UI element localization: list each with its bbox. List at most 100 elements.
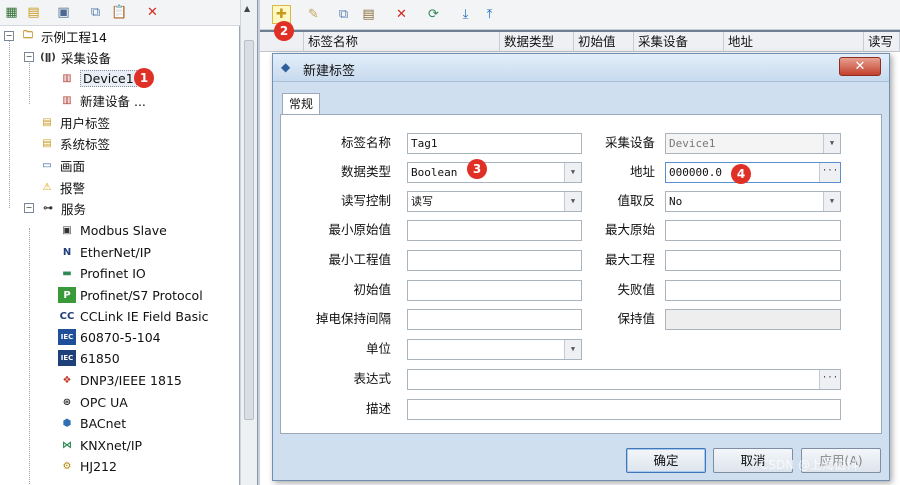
tree-item-device1[interactable]: ▥ Device1 xyxy=(58,68,137,88)
add-tag-icon[interactable]: ▤ xyxy=(24,3,43,22)
max-eng-label: 最大工程 xyxy=(604,252,655,267)
column-collect-device[interactable]: 采集设备 xyxy=(634,32,724,52)
chevron-down-icon[interactable]: ▼ xyxy=(823,192,840,211)
max-raw-input[interactable] xyxy=(665,220,841,241)
profinet-icon: ▬ xyxy=(62,267,72,279)
expression-input[interactable]: ··· xyxy=(407,369,841,390)
collect-device-label: 采集设备 xyxy=(604,135,655,150)
tree-item-services[interactable]: − ⊶ 服务 xyxy=(24,198,86,218)
tree-line xyxy=(29,228,30,484)
tree-item-service[interactable]: N EtherNet/IP xyxy=(58,242,151,262)
delete-icon[interactable]: ✕ xyxy=(143,3,162,22)
chevron-down-icon[interactable]: ▼ xyxy=(564,340,581,359)
fail-value-input[interactable] xyxy=(665,280,841,301)
delete-icon[interactable]: ✕ xyxy=(392,5,411,24)
tree-scrollbar[interactable]: ▲ xyxy=(240,0,258,485)
dnp3-icon: ❖ xyxy=(62,374,72,386)
data-type-value: Boolean xyxy=(411,166,458,179)
tree-item-alarms[interactable]: ⚠ 报警 xyxy=(38,177,86,197)
dialog-titlebar[interactable]: ◆ 新建标签 ✕ xyxy=(273,54,889,82)
ethernetip-icon: N xyxy=(62,246,72,258)
tree-item-collect-devices[interactable]: − (ǁ) 采集设备 xyxy=(24,47,111,67)
step-badge-3: 3 xyxy=(467,159,487,179)
tree-item-service[interactable]: ▬ Profinet IO xyxy=(58,263,145,283)
tree-item-service[interactable]: ⋈ KNXnet/IP xyxy=(58,435,142,455)
column-address[interactable]: 地址 xyxy=(724,32,864,52)
fail-value-label: 失败值 xyxy=(617,282,655,297)
collect-device-select[interactable]: Device1 ▼ xyxy=(665,133,841,154)
paste-icon[interactable]: 📋 xyxy=(110,3,129,22)
tree-line xyxy=(9,38,10,208)
max-raw-label: 最大原始 xyxy=(604,222,655,237)
tree-item-service[interactable]: IEC 60870-5-104 xyxy=(58,327,161,347)
scroll-up-icon[interactable]: ▲ xyxy=(244,4,250,13)
tree-item-label: 61850 xyxy=(80,350,120,366)
tree-item-label: Device1 xyxy=(80,69,137,87)
close-button[interactable]: ✕ xyxy=(839,57,881,76)
tree-item-service[interactable]: ▣ Modbus Slave xyxy=(58,220,167,240)
address-input[interactable]: 000000.0 ··· xyxy=(665,162,841,183)
collapse-icon[interactable]: − xyxy=(24,52,34,62)
tree-item-label: 示例工程14 xyxy=(41,29,107,45)
services-icon: ⊶ xyxy=(43,202,53,214)
tree-item-service[interactable]: IEC 61850 xyxy=(58,348,120,368)
tree-item-service[interactable]: P Profinet/S7 Protocol xyxy=(58,285,203,305)
description-input[interactable] xyxy=(407,399,841,420)
tree-item-user-tags[interactable]: ▤ 用户标签 xyxy=(38,112,110,132)
iec61850-icon: IEC xyxy=(58,350,76,366)
user-tags-icon: ▤ xyxy=(42,116,52,128)
tree-item-service[interactable]: ⊛ OPC UA xyxy=(58,392,128,412)
import-icon[interactable]: ⤓ xyxy=(456,5,475,24)
tree-item-label: DNP3/IEEE 1815 xyxy=(80,372,182,388)
edit-tag-icon[interactable]: ✎ xyxy=(304,5,323,24)
tree-item-service[interactable]: ⬢ BACnet xyxy=(58,413,127,433)
tree-item-project[interactable]: − 🗀 示例工程14 xyxy=(4,26,107,46)
tree-item-system-tags[interactable]: ▤ 系统标签 xyxy=(38,133,110,153)
collapse-icon[interactable]: − xyxy=(24,203,34,213)
max-eng-input[interactable] xyxy=(665,250,841,271)
unit-select[interactable]: ▼ xyxy=(407,339,582,360)
collapse-icon[interactable]: − xyxy=(4,31,14,41)
initial-value-label: 初始值 xyxy=(353,282,391,297)
min-raw-label: 最小原始值 xyxy=(328,222,391,237)
copy-icon[interactable]: ⧉ xyxy=(86,3,105,22)
hj212-icon: ⚙ xyxy=(62,460,72,472)
copy-icon[interactable]: ⧉ xyxy=(334,5,353,24)
cclink-icon: CC xyxy=(59,310,75,322)
tag-table-header: 标签名称 数据类型 初始值 采集设备 地址 读写 xyxy=(260,32,900,52)
expression-browse-button[interactable]: ··· xyxy=(819,370,840,389)
ok-button[interactable]: 确定 xyxy=(626,448,706,473)
tab-general[interactable]: 常规 xyxy=(282,93,320,115)
tree-item-label: KNXnet/IP xyxy=(80,437,143,453)
properties-icon[interactable]: ▣ xyxy=(54,3,73,22)
column-read-write[interactable]: 读写 xyxy=(864,32,900,52)
tree-item-service[interactable]: ⚙ HJ212 xyxy=(58,456,117,476)
paste-icon[interactable]: ▤ xyxy=(359,5,378,24)
tree-item-screens[interactable]: ▭ 画面 xyxy=(38,155,85,175)
address-browse-button[interactable]: ··· xyxy=(819,163,840,182)
new-device-icon: ▥ xyxy=(62,94,72,106)
tree-item-label: 报警 xyxy=(60,180,86,196)
tree-item-label: 采集设备 xyxy=(61,50,112,66)
tree-item-label: 服务 xyxy=(61,201,87,217)
scrollbar-thumb[interactable] xyxy=(244,40,254,420)
table-icon[interactable]: ▦ xyxy=(2,3,21,22)
column-tag-name[interactable]: 标签名称 xyxy=(304,32,500,52)
tree-item-service[interactable]: ❖ DNP3/IEEE 1815 xyxy=(58,370,182,390)
tree-item-label: Modbus Slave xyxy=(80,222,167,238)
chevron-down-icon[interactable]: ▼ xyxy=(823,134,840,153)
dialog-title: 新建标签 xyxy=(303,64,356,79)
tree-item-new-device[interactable]: ▥ 新建设备 ... xyxy=(58,90,146,110)
tree-item-label: 新建设备 ... xyxy=(80,93,146,109)
address-label: 地址 xyxy=(629,164,655,179)
opcua-icon: ⊛ xyxy=(62,396,72,408)
column-data-type[interactable]: 数据类型 xyxy=(500,32,574,52)
tree-item-service[interactable]: CC CCLink IE Field Basic xyxy=(58,306,209,326)
refresh-icon[interactable]: ⟳ xyxy=(424,5,443,24)
column-initial-value[interactable]: 初始值 xyxy=(574,32,634,52)
invert-select[interactable]: No ▼ xyxy=(665,191,841,212)
rw-control-value: 读写 xyxy=(411,195,433,208)
retain-value-input xyxy=(665,309,841,330)
export-icon[interactable]: ⤒ xyxy=(480,5,499,24)
min-eng-label: 最小工程值 xyxy=(328,252,391,267)
